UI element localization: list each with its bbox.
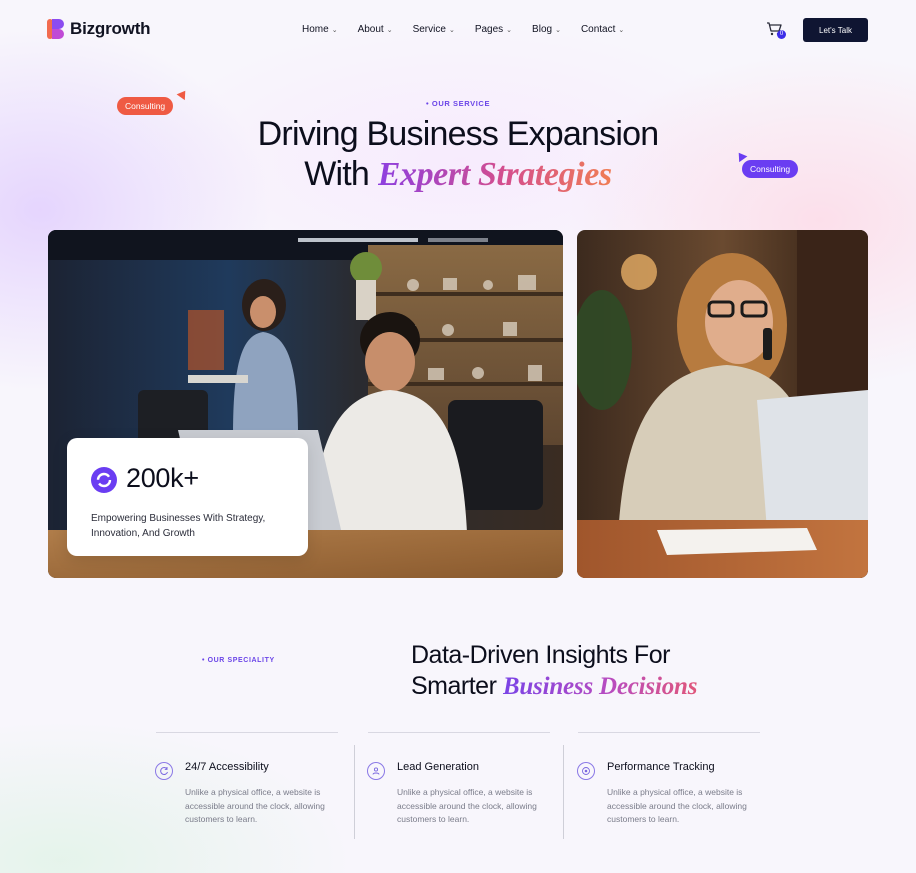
target-icon (577, 762, 595, 780)
nav-item-label: Service (412, 24, 446, 35)
chevron-down-icon: ⌄ (618, 26, 625, 34)
stat-card: 200k+ Empowering Businesses With Strateg… (67, 438, 308, 556)
chevron-down-icon: ⌄ (331, 26, 338, 34)
brand-logo[interactable]: Bizgrowth (47, 19, 151, 39)
site-header: Bizgrowth Home ⌄ About ⌄ Service ⌄ Pages… (0, 0, 916, 62)
nav-item-blog[interactable]: Blog ⌄ (532, 24, 561, 35)
chevron-down-icon: ⌄ (555, 26, 561, 34)
speciality-title-accent: Business Decisions (502, 673, 698, 700)
feature-card-performance-tracking: Performance Tracking Unlike a physical o… (577, 732, 760, 840)
chevron-down-icon: ⌄ (448, 26, 455, 34)
refresh-icon (155, 762, 173, 780)
speciality-eyebrow: • OUR SPECIALITY (202, 657, 275, 664)
feature-title: Performance Tracking (607, 761, 715, 773)
nav-item-service[interactable]: Service ⌄ (413, 24, 455, 35)
hero-title-line2-plain: With (304, 155, 370, 193)
nav-item-home[interactable]: Home ⌄ (302, 24, 338, 35)
nav-item-label: About (357, 24, 384, 35)
chevron-down-icon: ⌄ (506, 26, 513, 34)
sync-icon (91, 467, 117, 493)
nav-item-label: Pages (474, 24, 504, 35)
nav-item-pages[interactable]: Pages ⌄ (475, 24, 512, 35)
office-photo-woman-phone (577, 230, 868, 578)
nav-item-contact[interactable]: Contact ⌄ (581, 24, 624, 35)
chevron-down-icon: ⌄ (386, 26, 393, 34)
main-nav: Home ⌄ About ⌄ Service ⌄ Pages ⌄ Blog ⌄ … (302, 24, 624, 35)
feature-description: Unlike a physical office, a website is a… (397, 787, 537, 824)
cart-button[interactable]: 0 (766, 22, 786, 39)
divider (354, 745, 355, 839)
hero-title: Driving Business Expansion With Expert S… (0, 114, 916, 195)
brand-name: Bizgrowth (70, 19, 151, 38)
consulting-tag-left: Consulting (117, 97, 174, 115)
nav-item-about[interactable]: About ⌄ (358, 24, 393, 35)
nav-item-label: Contact (580, 24, 616, 35)
hero-eyebrow: • OUR SERVICE (426, 99, 491, 108)
feature-description: Unlike a physical office, a website is a… (607, 787, 747, 824)
hero-title-line1: Driving Business Expansion (257, 115, 659, 153)
feature-title: 24/7 Accessibility (185, 761, 269, 773)
nav-item-label: Blog (532, 24, 553, 35)
speciality-title: Data-Driven Insights For Smarter Busines… (411, 640, 697, 702)
team-icon (367, 762, 385, 780)
feature-card-lead-generation: Lead Generation Unlike a physical office… (367, 732, 550, 840)
feature-title: Lead Generation (397, 761, 479, 773)
pointer-arrow-icon (176, 87, 190, 101)
speciality-title-line2-plain: Smarter (411, 672, 497, 700)
lets-talk-button[interactable]: Let's Talk (803, 18, 868, 42)
logo-mark-icon (47, 19, 64, 39)
feature-card-accessibility: 24/7 Accessibility Unlike a physical off… (155, 732, 338, 840)
cart-count-badge: 0 (777, 30, 786, 39)
nav-item-label: Home (302, 24, 329, 35)
divider (563, 745, 564, 839)
stat-value: 200k+ (126, 463, 199, 493)
hero-title-accent: Expert Strategies (377, 156, 612, 193)
stat-description: Empowering Businesses With Strategy, Inn… (91, 513, 266, 539)
speciality-title-line1: Data-Driven Insights For (411, 641, 670, 669)
feature-description: Unlike a physical office, a website is a… (185, 787, 325, 824)
